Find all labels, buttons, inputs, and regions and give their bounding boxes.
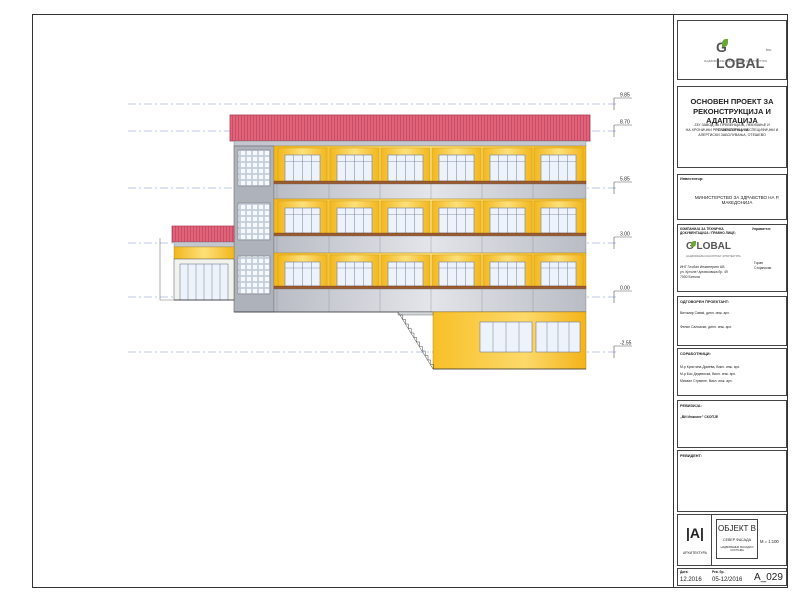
title-block: G LOBAL Inc НАДЗОРАНИЕ КОНСУЛТИНГ АРХИТЕ… xyxy=(673,14,788,588)
collaborator-3: Михаил Стрмене, Викл. инж. арх. xyxy=(680,379,733,383)
object-sub: НАДВОРЕШНИ ФАСАДИ И СОСТОЈБА xyxy=(720,546,754,552)
drawing-sheet: 9.85 8.70 5.85 3.00 0.00 -2.55 G LOBAL Inc НА… xyxy=(0,0,800,600)
balcony-rail xyxy=(273,232,587,237)
object-name: ОБЈЕКТ В xyxy=(718,524,756,533)
object-cell: |A| АРХИТЕКТУРА ОБЈЕКТ В СЕВЕР ФАСАДА НА… xyxy=(677,514,787,566)
manager-name-1: Горан xyxy=(754,261,764,265)
stair-step xyxy=(414,337,418,342)
investor-label: Инвеститор: xyxy=(680,177,704,181)
level-label: 3.00 xyxy=(620,232,630,238)
logo-suffix: Inc xyxy=(766,47,772,52)
balcony-rail xyxy=(273,180,587,185)
stair-stringer xyxy=(397,311,434,370)
company-label: КОМПАНИЈА ЗА ТЕХНИЧКА ДОКУМЕНТАЦИЈА / ПР… xyxy=(680,227,736,236)
collaborators-label: СОРАБОТНИЦИ: xyxy=(680,352,711,356)
rev-no-value: 05-12/2016 xyxy=(712,577,743,583)
scale-value: М = 1:100 xyxy=(760,539,779,544)
company-address-3: 7000 Битола xyxy=(680,275,700,279)
facade-elevation: 9.85 8.70 5.85 3.00 0.00 -2.55 xyxy=(128,93,632,370)
date-label: Дата: xyxy=(680,570,689,574)
project-title-cell: ОСНОВЕН ПРОЕКТ ЗА РЕКОНСТРУКЦИЈА И АДАПТ… xyxy=(677,86,787,168)
glass-block-panel xyxy=(237,149,271,187)
project-title-line-1: ОСНОВЕН ПРОЕКТ ЗА xyxy=(690,97,774,106)
reviewer-label: РЕВИДЕНТ: xyxy=(680,454,703,458)
level-labels: 9.85 8.70 5.85 3.00 0.00 -2.55 xyxy=(613,93,632,358)
wing-roof xyxy=(171,225,235,243)
responsible-label: ОДГОВОРЕН ПРОЕКТАНТ: xyxy=(680,300,730,304)
reviewer-cell: РЕВИДЕНТ: xyxy=(677,450,787,512)
level-label: -2.55 xyxy=(620,341,632,347)
glass-block-panel xyxy=(237,255,271,295)
manager-name-2: Стојаноски xyxy=(754,266,772,270)
stair-step xyxy=(419,346,423,351)
object-view: СЕВЕР ФАСАДА xyxy=(722,538,752,542)
revision-value: „ВИ Инжсинг" СКОПЈЕ xyxy=(680,415,719,419)
global-logo-small: G LOBAL НАДЗОРАНИЕ КОНСУЛТИНГ АРХИТЕКТУР… xyxy=(686,239,746,263)
level-label: 5.85 xyxy=(620,177,630,183)
wing-band xyxy=(173,246,235,260)
discipline-code: |A| xyxy=(686,525,704,541)
grey-parapet xyxy=(273,288,587,313)
building xyxy=(159,114,591,370)
stair-landing xyxy=(397,311,434,316)
stair-step xyxy=(422,350,426,356)
revision-cell: РЕВИЗИЈА: „ВИ Инжсинг" СКОПЈЕ xyxy=(677,400,787,448)
manager-label: Управител: xyxy=(752,227,771,231)
grey-parapet xyxy=(273,183,587,200)
logo-tagline: НАДЗОРАНИЕ КОНСУЛТИНГ АРХИТЕКТУРА xyxy=(704,59,768,63)
object-box: ОБЈЕКТ В СЕВЕР ФАСАДА НАДВОРЕШНИ ФАСАДИ … xyxy=(716,519,758,559)
investor-value: МИНИСТЕРСТВО ЗА ЗДРАВСТВО НА Р. МАКЕДОНИ… xyxy=(694,195,780,205)
balcony-rail xyxy=(273,285,587,290)
company-address-1: ИНГ Глобал Инженеринг АВ xyxy=(680,265,725,269)
stair-step xyxy=(428,359,432,365)
main-roof xyxy=(229,114,591,142)
project-desc-3: АЛЕРГИСКИ ЗАБОЛУВАЊА, ОТЕШЕВО xyxy=(698,133,766,137)
sheet-info-cell: Дата: 12.2016 Рев. бр. 05-12/2016 A_029 xyxy=(677,568,787,586)
project-desc-2: НА ХРОНИЧНИ РЕСПИРАТОРНИ, НЕСПЕЦИФИЧНИ И xyxy=(685,128,779,132)
glass-block-panel xyxy=(237,202,271,241)
stair-step xyxy=(416,341,420,347)
discipline-box: |A| АРХИТЕКТУРА xyxy=(678,515,712,565)
investor-cell: Инвеститор: МИНИСТЕРСТВО ЗА ЗДРАВСТВО НА… xyxy=(677,174,787,220)
sheet-number: A_029 xyxy=(754,572,783,583)
discipline-name: АРХИТЕКТУРА xyxy=(683,551,707,555)
global-logo: G LOBAL Inc НАДЗОРАНИЕ КОНСУЛТИНГ АРХИТЕ… xyxy=(702,35,772,71)
grey-parapet xyxy=(273,235,587,254)
collaborator-2: М-р Бас Дедевоска, Викл. инж. арх. xyxy=(680,372,737,376)
collaborator-1: М-р Кристина Дрмева, Викл. инж. арх. xyxy=(680,365,741,369)
company-logo-cell: G LOBAL Inc НАДЗОРАНИЕ КОНСУЛТИНГ АРХИТЕ… xyxy=(677,20,787,80)
revision-label: РЕВИЗИЈА: xyxy=(680,404,702,408)
responsible-person-2: Фелип Салоаски, дипл. инж. арх. xyxy=(680,325,732,329)
level-label: 9.85 xyxy=(620,93,630,99)
logo-tagline-small: НАДЗОРАНИЕ КОНСУЛТИНГ АРХИТЕКТУРА xyxy=(686,255,741,258)
roof-fascia xyxy=(233,140,587,147)
collaborators-cell: СОРАБОТНИЦИ: М-р Кристина Дрмева, Викл. … xyxy=(677,348,787,396)
stair-step xyxy=(411,332,415,338)
company-cell: КОМПАНИЈА ЗА ТЕХНИЧКА ДОКУМЕНТАЦИЈА / ПР… xyxy=(677,224,787,292)
responsible-cell: ОДГОВОРЕН ПРОЕКТАНТ: Витомир Савиќ, дипл… xyxy=(677,296,787,346)
stair-step xyxy=(425,355,429,360)
wing-fascia xyxy=(173,241,235,248)
responsible-person-1: Витомир Савиќ, дипл. инж. арх. xyxy=(680,311,730,315)
level-label: 8.70 xyxy=(620,120,630,126)
rev-no-label: Рев. бр. xyxy=(712,570,725,574)
level-label: 0.00 xyxy=(620,286,630,292)
company-address-2: ул. Кртолe Чуловсовска бр. 49 xyxy=(680,270,728,274)
date-value: 12.2016 xyxy=(680,577,702,583)
left-terrain-edge xyxy=(159,238,174,301)
